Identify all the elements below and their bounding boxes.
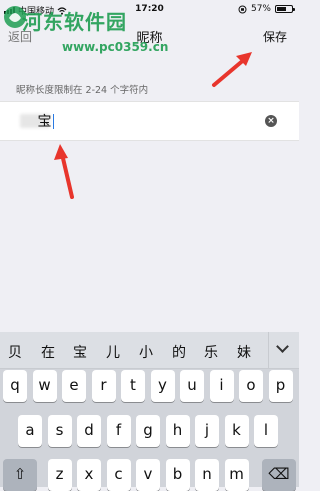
save-button[interactable]: 保存 bbox=[263, 28, 287, 45]
key-z[interactable]: z bbox=[47, 459, 72, 491]
key-o[interactable]: o bbox=[239, 370, 263, 402]
key-n[interactable]: n bbox=[195, 459, 219, 491]
key-p[interactable]: p bbox=[268, 370, 293, 402]
key-h[interactable]: h bbox=[165, 415, 190, 447]
candidate-bar: 贝 在 宝 儿 小 的 乐 妹 bbox=[0, 332, 299, 369]
nickname-input-value[interactable]: ██宝 bbox=[16, 111, 55, 131]
key-c[interactable]: c bbox=[106, 459, 131, 491]
key-w[interactable]: w bbox=[32, 370, 57, 402]
candidate-item[interactable]: 儿 bbox=[101, 342, 125, 362]
key-j[interactable]: j bbox=[195, 415, 219, 447]
key-d[interactable]: d bbox=[77, 415, 101, 447]
key-s[interactable]: s bbox=[47, 415, 72, 447]
keyboard: 贝 在 宝 儿 小 的 乐 妹 q w e r t y u i o p a s … bbox=[0, 332, 299, 491]
navigation-bar: 返回 昵称 保存 bbox=[0, 18, 299, 52]
key-u[interactable]: u bbox=[180, 370, 204, 402]
key-l[interactable]: l bbox=[254, 415, 278, 447]
key-i[interactable]: i bbox=[209, 370, 234, 402]
chevron-down-icon[interactable] bbox=[268, 332, 299, 368]
key-x[interactable]: x bbox=[77, 459, 101, 491]
shift-icon[interactable]: ⇧ bbox=[3, 459, 37, 491]
candidate-item[interactable]: 贝 bbox=[3, 342, 27, 362]
key-m[interactable]: m bbox=[224, 459, 249, 491]
candidate-item[interactable]: 的 bbox=[167, 342, 191, 362]
key-t[interactable]: t bbox=[121, 370, 145, 402]
page-title: 昵称 bbox=[136, 31, 163, 46]
key-e[interactable]: e bbox=[62, 370, 86, 402]
status-right: 57% bbox=[238, 4, 295, 14]
key-v[interactable]: v bbox=[136, 459, 160, 491]
key-k[interactable]: k bbox=[224, 415, 249, 447]
rotation-lock-icon bbox=[238, 5, 247, 13]
key-b[interactable]: b bbox=[165, 459, 190, 491]
candidate-item[interactable]: 宝 bbox=[68, 342, 92, 362]
backspace-icon[interactable]: ⌫ bbox=[262, 459, 296, 491]
candidate-item[interactable]: 妹 bbox=[232, 342, 256, 362]
candidate-item[interactable]: 乐 bbox=[199, 342, 223, 362]
battery-icon bbox=[275, 5, 295, 13]
status-bar: 中国移动 17:20 57% bbox=[0, 0, 299, 18]
clear-icon[interactable]: × bbox=[265, 115, 277, 127]
key-r[interactable]: r bbox=[91, 370, 116, 402]
key-g[interactable]: g bbox=[136, 415, 160, 447]
candidate-item[interactable]: 在 bbox=[36, 342, 60, 362]
nickname-field[interactable]: ██宝 × bbox=[0, 101, 299, 141]
key-f[interactable]: f bbox=[106, 415, 131, 447]
nickname-hint: 昵称长度限制在 2-24 个字符内 bbox=[16, 85, 149, 96]
nickname-visible-char: 宝 bbox=[37, 114, 52, 130]
key-y[interactable]: y bbox=[150, 370, 175, 402]
candidate-item[interactable]: 小 bbox=[134, 342, 158, 362]
arrow-to-save bbox=[212, 52, 252, 87]
text-caret bbox=[52, 114, 55, 129]
key-a[interactable]: a bbox=[18, 415, 42, 447]
battery-percent: 57% bbox=[250, 4, 271, 14]
key-q[interactable]: q bbox=[3, 370, 27, 402]
arrow-to-input bbox=[54, 144, 74, 199]
